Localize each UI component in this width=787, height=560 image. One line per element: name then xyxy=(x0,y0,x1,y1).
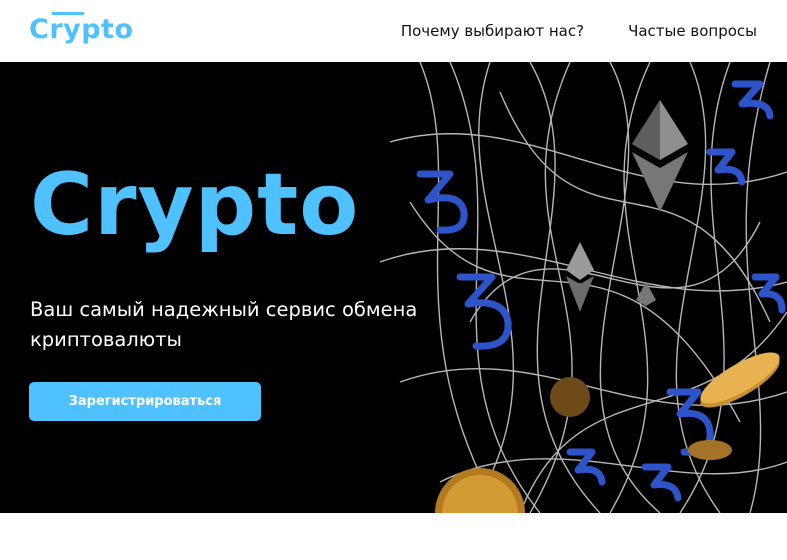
nav-link-why-us[interactable]: Почему выбирают нас? xyxy=(401,22,584,40)
hero-section: Crypto Ваш самый надежный сервис обмена … xyxy=(0,62,787,513)
site-header: Crypto Почему выбирают нас? Частые вопро… xyxy=(0,0,787,62)
hero-title: Crypto xyxy=(30,155,360,255)
main-nav: Почему выбирают нас? Частые вопросы xyxy=(401,22,757,40)
ethereum-icon xyxy=(566,100,688,312)
crypto-coins-illustration xyxy=(380,62,787,513)
nav-link-faq[interactable]: Частые вопросы xyxy=(628,22,757,40)
register-button[interactable]: Зарегистрироваться xyxy=(29,382,261,421)
hero-subtitle: Ваш самый надежный сервис обмена криптов… xyxy=(30,298,418,351)
site-logo[interactable]: Crypto xyxy=(29,14,134,45)
page-bottom-band xyxy=(0,513,787,560)
